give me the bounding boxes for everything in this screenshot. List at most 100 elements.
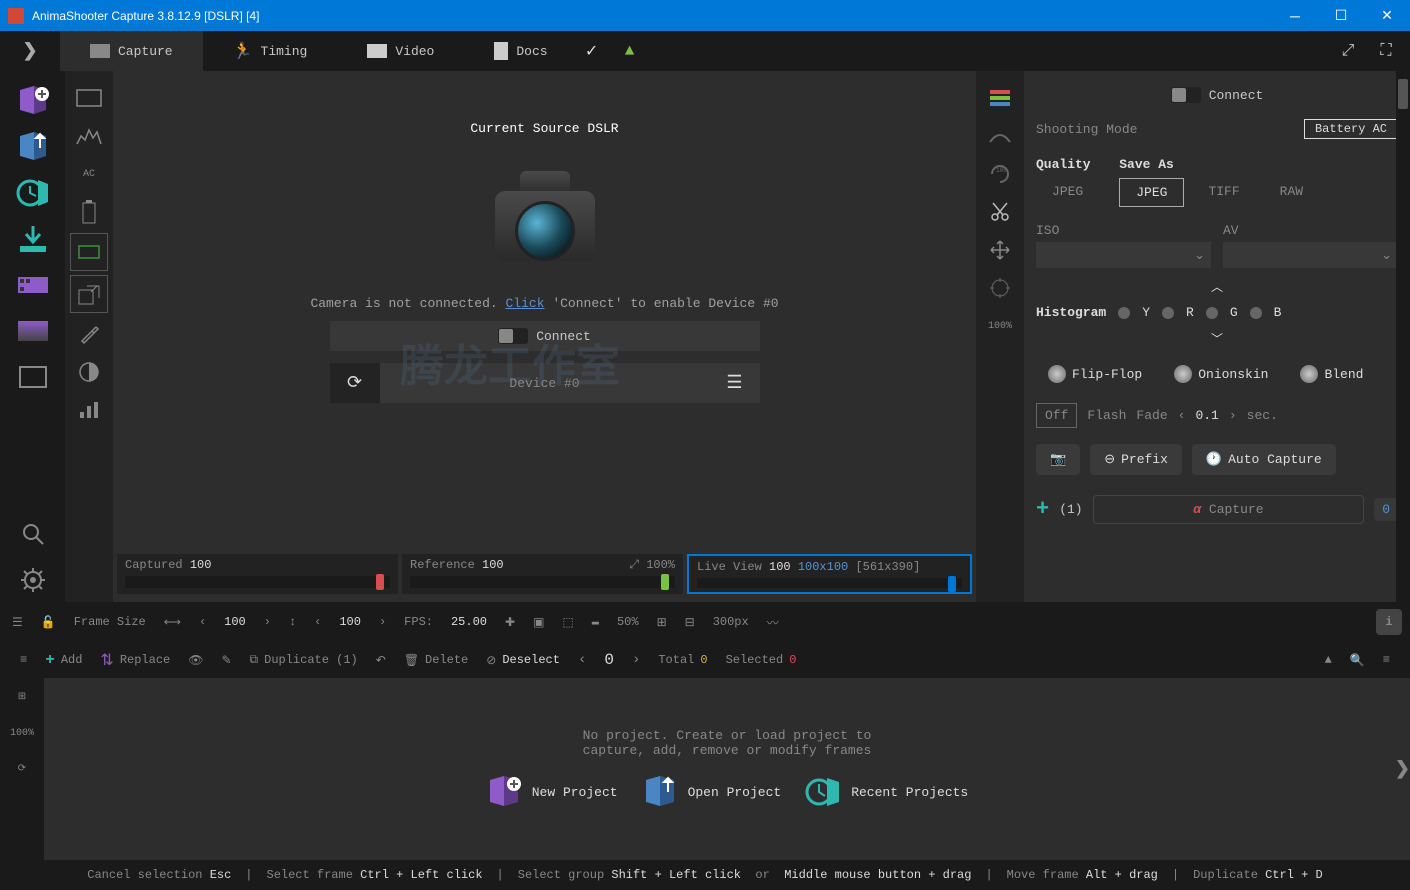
width-next-icon[interactable]: › xyxy=(260,615,275,629)
recent-projects-button[interactable] xyxy=(11,171,55,215)
curve-icon[interactable] xyxy=(981,117,1019,155)
search-frames-icon[interactable]: 🔍 xyxy=(1350,653,1365,668)
battery-icon[interactable] xyxy=(70,193,108,231)
cut-icon[interactable] xyxy=(981,193,1019,231)
download-button[interactable] xyxy=(11,217,55,261)
prev-frame-icon[interactable]: ‹ xyxy=(578,652,586,668)
safe-area-icon[interactable]: ▣ xyxy=(529,615,548,630)
iso-dropdown[interactable]: ⌄ xyxy=(1036,242,1211,268)
check-icon[interactable]: ✓ xyxy=(578,37,606,65)
collapse-up-icon[interactable]: ︿ xyxy=(1036,274,1398,299)
grid-4-icon[interactable]: ⊟ xyxy=(681,615,699,630)
tab-capture[interactable]: Capture xyxy=(60,31,203,71)
green-rect-icon[interactable] xyxy=(70,233,108,271)
histogram-y-radio[interactable] xyxy=(1118,307,1130,319)
zoom-100-label[interactable]: 100% xyxy=(7,718,37,748)
fullscreen-icon[interactable]: ⛶ xyxy=(1372,37,1400,65)
collapse-down-icon[interactable]: ﹀ xyxy=(1036,326,1398,351)
fade-next-icon[interactable]: › xyxy=(1229,408,1237,423)
av-dropdown[interactable]: ⌄ xyxy=(1223,242,1398,268)
maximize-button[interactable]: ☐ xyxy=(1318,0,1364,31)
flipflop-button[interactable]: Flip-Flop xyxy=(1036,359,1154,389)
camera-small-button[interactable]: 📷 xyxy=(1036,444,1080,475)
connect-toggle[interactable] xyxy=(498,328,528,344)
height-prev-icon[interactable]: ‹ xyxy=(310,615,325,629)
height-next-icon[interactable]: › xyxy=(375,615,390,629)
delete-button[interactable]: 🗑 Delete xyxy=(404,653,468,668)
tl-recent-projects-button[interactable]: Recent Projects xyxy=(805,774,968,810)
deselect-button[interactable]: ⊘ Deselect xyxy=(486,653,560,668)
film-strip-button[interactable] xyxy=(11,263,55,307)
onionskin-button[interactable]: Onionskin xyxy=(1162,359,1280,389)
link-icon[interactable]: ⟷ xyxy=(160,615,185,630)
mirror-icon[interactable]: ▲ xyxy=(1325,653,1332,667)
prefix-button[interactable]: ⊖Prefix xyxy=(1090,444,1182,475)
frame-width-value[interactable]: 100 xyxy=(220,615,250,629)
tab-timing[interactable]: 🏃 Timing xyxy=(203,31,338,71)
expand-horizontal-icon[interactable]: ⤢ xyxy=(1334,37,1362,65)
settings-sliders-icon[interactable]: ☰ xyxy=(8,615,27,630)
histogram-icon[interactable] xyxy=(70,117,108,155)
tl-new-project-button[interactable]: New Project xyxy=(486,774,618,810)
replace-button[interactable]: ⇅Replace xyxy=(100,650,170,670)
zoom-value[interactable]: 50% xyxy=(613,615,643,629)
bars-icon[interactable] xyxy=(70,391,108,429)
timeline-next-icon[interactable]: ❯ xyxy=(1395,758,1410,780)
undo-icon[interactable]: ↶ xyxy=(376,653,386,668)
warning-icon[interactable]: ▲ xyxy=(616,37,644,65)
grid-3-icon[interactable]: ⊞ xyxy=(653,615,671,630)
rotate-180-icon[interactable]: 180 xyxy=(981,155,1019,193)
open-project-button[interactable] xyxy=(11,125,55,169)
target-icon[interactable] xyxy=(981,269,1019,307)
width-prev-icon[interactable]: ‹ xyxy=(195,615,210,629)
off-button[interactable]: Off xyxy=(1036,403,1077,428)
duplicate-button[interactable]: ⧉ Duplicate (1) xyxy=(250,653,358,667)
save-raw-button[interactable]: RAW xyxy=(1264,178,1319,207)
brush-icon[interactable]: ✎ xyxy=(221,653,231,668)
add-button[interactable]: +Add xyxy=(45,651,82,669)
fade-prev-icon[interactable]: ‹ xyxy=(1178,408,1186,423)
histogram-r-radio[interactable] xyxy=(1162,307,1174,319)
tl-open-project-button[interactable]: Open Project xyxy=(642,774,782,810)
wave-icon[interactable]: 〰 xyxy=(763,614,783,631)
auto-capture-button[interactable]: 🕐Auto Capture xyxy=(1192,444,1336,475)
device-menu-icon[interactable]: ☰ xyxy=(710,363,760,403)
fps-value[interactable]: 25.00 xyxy=(447,615,491,629)
move-icon[interactable] xyxy=(981,231,1019,269)
close-button[interactable]: ✕ xyxy=(1364,0,1410,31)
histogram-g-radio[interactable] xyxy=(1206,307,1218,319)
reference-slider[interactable] xyxy=(410,576,675,588)
panel-connect-toggle[interactable] xyxy=(1171,87,1201,103)
info-button[interactable]: i xyxy=(1376,609,1402,635)
search-icon[interactable] xyxy=(11,512,55,556)
refresh-timeline-icon[interactable]: ⟳ xyxy=(7,754,37,784)
blend-button[interactable]: Blend xyxy=(1288,359,1375,389)
histogram-b-radio[interactable] xyxy=(1250,307,1262,319)
save-jpeg-button[interactable]: JPEG xyxy=(1119,178,1184,207)
eyedropper-icon[interactable] xyxy=(70,315,108,353)
fill-icon[interactable]: ▬ xyxy=(588,615,603,629)
save-tiff-button[interactable]: TIFF xyxy=(1192,178,1255,207)
frame-rect-icon[interactable] xyxy=(70,79,108,117)
layers-icon[interactable] xyxy=(981,79,1019,117)
new-project-button[interactable] xyxy=(11,79,55,123)
captured-slider[interactable] xyxy=(125,576,390,588)
settings-gear-icon[interactable] xyxy=(11,558,55,602)
alpha-capture-button[interactable]: α Capture xyxy=(1093,495,1365,524)
scale-icon[interactable] xyxy=(70,275,108,313)
add-layer-icon[interactable]: + xyxy=(1036,497,1049,522)
minimize-button[interactable]: ─ xyxy=(1272,0,1318,31)
eye-icon[interactable]: 👁 xyxy=(188,653,203,668)
list-2-icon[interactable]: ≡ xyxy=(1383,653,1390,667)
device-select[interactable]: Device #0 xyxy=(380,363,710,403)
lock-icon[interactable]: 🔓 xyxy=(37,615,60,630)
liveview-slider[interactable] xyxy=(697,578,962,588)
grid-px-value[interactable]: 300px xyxy=(709,615,753,629)
grid-view-icon[interactable]: ⊞ xyxy=(7,682,37,712)
bounds-icon[interactable]: ⬚ xyxy=(558,615,577,630)
list-icon[interactable]: ≡ xyxy=(20,653,27,667)
next-frame-icon[interactable]: › xyxy=(632,652,640,668)
sidebar-toggle-icon[interactable]: ❯ xyxy=(0,31,60,71)
height-icon[interactable]: ↕ xyxy=(285,615,300,629)
tab-docs[interactable]: Docs xyxy=(464,31,577,71)
